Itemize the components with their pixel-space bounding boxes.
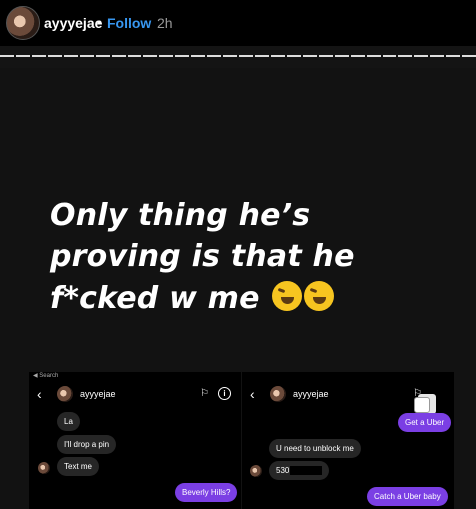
progress-segment <box>286 55 301 57</box>
flag-icon[interactable]: ⚐ <box>200 388 209 399</box>
progress-segment <box>350 55 365 57</box>
redaction-block <box>290 466 323 476</box>
progress-segment <box>47 55 62 57</box>
progress-segment <box>0 55 14 57</box>
progress-segment <box>462 55 476 57</box>
dm-username: ayyyejae <box>80 389 116 399</box>
progress-segment <box>207 55 222 57</box>
story-progress-bar <box>0 55 476 58</box>
separator-dot: • <box>97 14 102 30</box>
progress-segment <box>79 55 94 57</box>
message-sent: Beverly Hills? <box>175 483 238 502</box>
username[interactable]: ayyyejae <box>44 15 102 31</box>
message-sent: Catch a Uber baby <box>367 487 448 506</box>
status-bar-label: ◀ Search <box>33 373 59 379</box>
message-received: Text me <box>57 457 100 476</box>
info-icon[interactable]: i <box>218 387 231 400</box>
follow-button[interactable]: Follow <box>107 15 151 31</box>
message-received: 530 <box>269 461 330 481</box>
progress-segment <box>255 55 269 57</box>
avatar <box>57 386 73 402</box>
progress-segment <box>398 55 413 57</box>
progress-segment <box>111 55 126 57</box>
avatar <box>250 465 262 477</box>
back-arrow-icon[interactable]: ‹ <box>37 386 42 402</box>
story-header: ayyyejae • Follow 2h <box>0 0 476 46</box>
progress-segment <box>302 55 317 57</box>
progress-segment <box>239 55 253 57</box>
progress-segment <box>223 55 238 57</box>
message-received: La <box>57 412 80 431</box>
progress-segment <box>31 55 46 57</box>
progress-segment <box>270 55 285 57</box>
avatar <box>38 462 50 474</box>
profile-avatar[interactable] <box>6 6 40 40</box>
progress-segment <box>414 55 429 57</box>
progress-segment <box>334 55 349 57</box>
rofl-emoji-icon <box>272 280 303 311</box>
message-sent: Get a Uber <box>398 413 452 432</box>
dm-screenshot-right: ‹ ayyyejae ⚐ Get a Uber U need to unbloc… <box>242 372 454 509</box>
back-arrow-icon[interactable]: ‹ <box>250 386 255 402</box>
progress-segment <box>63 55 78 57</box>
dm-nav-bar: ‹ ayyyejae ⚐ i <box>29 382 241 408</box>
redacted-text: 530 <box>276 466 290 475</box>
progress-segment <box>366 55 381 57</box>
progress-segment <box>191 55 206 57</box>
progress-segment <box>159 55 174 57</box>
post-time: 2h <box>157 15 173 31</box>
progress-segment <box>15 55 30 57</box>
progress-segment <box>143 55 158 57</box>
progress-segment <box>127 55 142 57</box>
dm-screenshot-left: ◀ Search ‹ ayyyejae ⚐ i La I'll drop a p… <box>29 372 241 509</box>
progress-segment <box>95 55 110 57</box>
progress-segment <box>446 55 461 57</box>
dm-username: ayyyejae <box>293 389 329 399</box>
message-received: I'll drop a pin <box>57 435 117 454</box>
progress-segment <box>382 55 397 57</box>
sticker-overlay <box>414 394 436 414</box>
progress-segment <box>175 55 190 57</box>
progress-segment <box>318 55 333 57</box>
avatar <box>270 386 286 402</box>
dm-nav-bar: ‹ ayyyejae ⚐ <box>242 382 454 414</box>
story-caption: Only thing he’s proving is that he f*cke… <box>50 195 450 319</box>
progress-segment <box>430 55 445 57</box>
rofl-emoji-icon <box>304 280 335 311</box>
message-received: U need to unblock me <box>269 439 361 458</box>
